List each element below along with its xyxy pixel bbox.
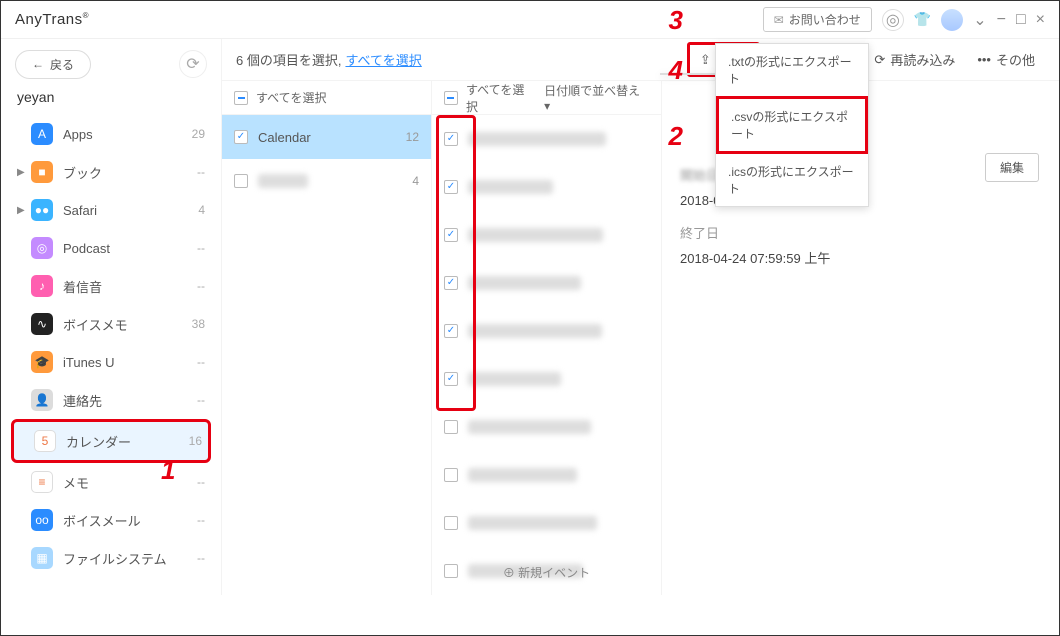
avatar[interactable] [941, 9, 963, 31]
chevron-down-icon[interactable]: ⌄ [973, 10, 986, 30]
arrow-left-icon: ← [32, 57, 44, 71]
sidebar-item-1[interactable]: ▶■ブック-- [11, 153, 211, 191]
select-all-checkbox-col1[interactable] [234, 91, 248, 105]
sidebar-item-9[interactable]: ≡メモ-- [11, 463, 211, 501]
calendar-row[interactable]: 4 [222, 159, 431, 203]
col1-header: すべてを選択 [256, 89, 326, 106]
select-all-link[interactable]: すべてを選択 [345, 50, 421, 69]
selection-text: 6 個の項目を選択, [236, 50, 341, 69]
select-all-checkbox-col2[interactable] [444, 91, 458, 105]
event-row[interactable] [432, 355, 661, 403]
sidebar-item-0[interactable]: AApps29 [11, 115, 211, 153]
maximize-button[interactable]: □ [1016, 11, 1026, 29]
checkbox[interactable] [444, 180, 458, 194]
sidebar-item-2[interactable]: ▶●●Safari4 [11, 191, 211, 229]
search-icon[interactable]: ◎ [882, 9, 904, 31]
checkbox[interactable] [234, 130, 248, 144]
sidebar-item-3[interactable]: ◎Podcast-- [11, 229, 211, 267]
refresh-icon[interactable]: ⟳ [179, 50, 207, 78]
end-label: 終了日 [680, 223, 1041, 242]
app-title: AnyTrans® [15, 11, 89, 28]
checkbox[interactable] [444, 324, 458, 338]
event-row[interactable] [432, 403, 661, 451]
upload-icon: ⇪ [700, 52, 711, 68]
checkbox[interactable] [444, 276, 458, 290]
event-row[interactable] [432, 259, 661, 307]
reload-button[interactable]: ⟳再読み込み [864, 45, 965, 74]
plus-icon: ⊕ [503, 566, 515, 580]
more-icon: ••• [977, 52, 991, 67]
event-row[interactable] [432, 307, 661, 355]
checkbox[interactable] [444, 132, 458, 146]
contact-button[interactable]: ✉ お問い合わせ [763, 7, 872, 32]
event-row[interactable] [432, 211, 661, 259]
checkbox[interactable] [444, 516, 458, 530]
other-button[interactable]: •••その他 [967, 45, 1045, 74]
calendar-row[interactable]: Calendar12 [222, 115, 431, 159]
calendar-list: すべてを選択 Calendar124 [222, 81, 432, 595]
sort-button[interactable]: 日付順で並べ替え ▾ [544, 82, 649, 113]
event-row[interactable] [432, 499, 661, 547]
new-event-button[interactable]: ⊕ 新規イベント [432, 556, 661, 589]
event-row[interactable] [432, 451, 661, 499]
reload-icon: ⟳ [874, 52, 885, 68]
sidebar-item-8[interactable]: 5カレンダー16 [11, 419, 211, 463]
export-dropdown[interactable]: .txtの形式にエクスポート .csvの形式にエクスポート .icsの形式にエク… [715, 43, 869, 207]
minimize-button[interactable]: − [997, 11, 1006, 29]
shirt-icon[interactable]: 👕 [914, 11, 931, 28]
sidebar-item-7[interactable]: 👤連絡先-- [11, 381, 211, 419]
export-csv[interactable]: .csvの形式にエクスポート [716, 96, 868, 154]
sidebar-item-10[interactable]: ooボイスメール-- [11, 501, 211, 539]
sidebar: ← 戻る ⟳ yeyan AApps29▶■ブック--▶●●Safari4◎Po… [1, 39, 221, 595]
checkbox[interactable] [444, 228, 458, 242]
sidebar-item-11[interactable]: ▦ファイルシステム-- [11, 539, 211, 577]
checkbox[interactable] [444, 372, 458, 386]
end-value: 2018-04-24 07:59:59 上午 [680, 248, 1041, 267]
export-ics[interactable]: .icsの形式にエクスポート [716, 154, 868, 206]
export-txt[interactable]: .txtの形式にエクスポート [716, 44, 868, 96]
sidebar-item-4[interactable]: ♪着信音-- [11, 267, 211, 305]
event-list: すべてを選択 日付順で並べ替え ▾ ⊕ 新規イベント [432, 81, 662, 595]
checkbox[interactable] [234, 174, 248, 188]
checkbox[interactable] [444, 420, 458, 434]
profile-name: yeyan [11, 85, 211, 115]
event-row[interactable] [432, 115, 661, 163]
sidebar-item-6[interactable]: 🎓iTunes U-- [11, 343, 211, 381]
col2-header: すべてを選択 [466, 81, 536, 115]
checkbox[interactable] [444, 468, 458, 482]
content: 6 個の項目を選択, すべてを選択 ⇪PCへ ⇥デバイスへ ⟳再読み込み •••… [221, 39, 1059, 595]
close-button[interactable]: × [1036, 11, 1045, 29]
event-row[interactable] [432, 163, 661, 211]
mail-icon: ✉ [774, 13, 784, 27]
sidebar-item-5[interactable]: ∿ボイスメモ38 [11, 305, 211, 343]
back-button[interactable]: ← 戻る [15, 50, 91, 79]
